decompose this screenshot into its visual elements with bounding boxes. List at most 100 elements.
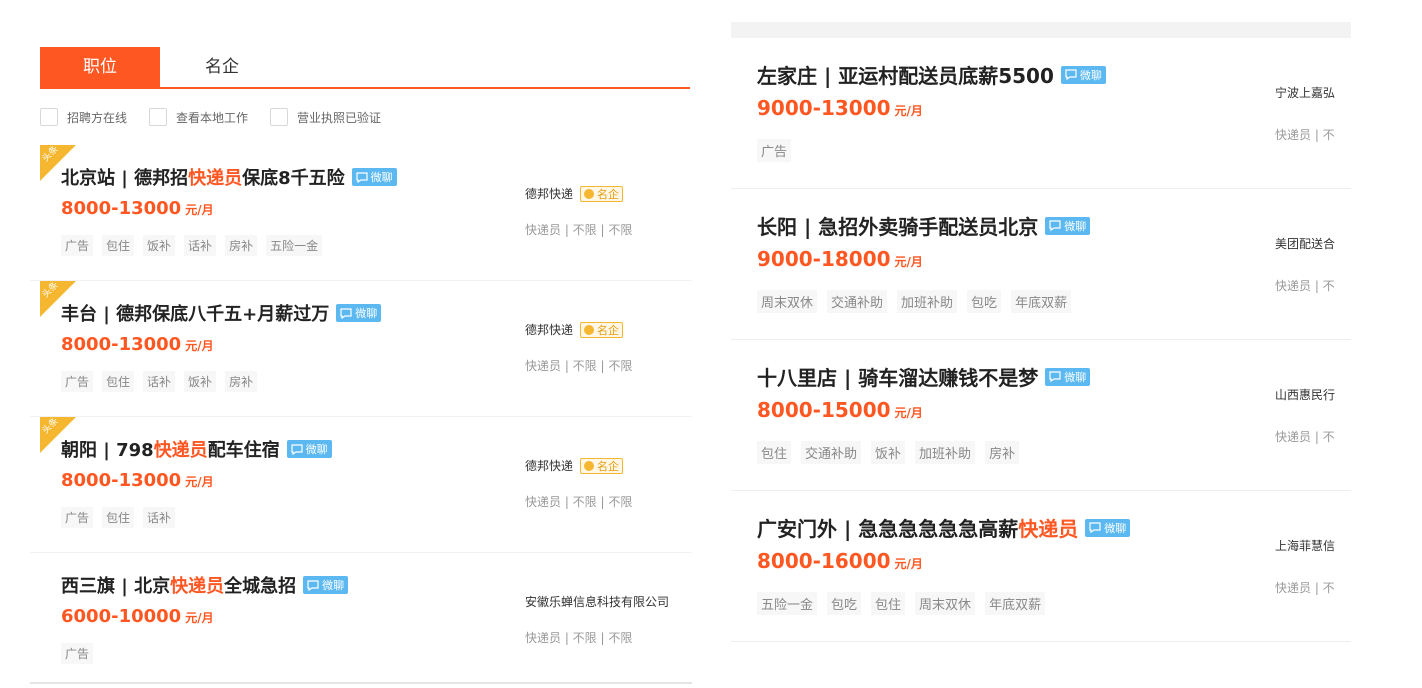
benefit-tag: 五险一金 (266, 235, 323, 256)
benefit-tag: 包住 (757, 441, 792, 464)
filter-checkbox[interactable] (149, 108, 168, 126)
job-title-text: 长阳 | 急招外卖骑手配送员北京 (757, 215, 1039, 239)
chat-label: 微聊 (355, 307, 378, 320)
job-list-item[interactable]: 十八里店 | 骑车溜达赚钱不是梦 微聊 8000-15000 元/月包住 交通补助 饭补加… (731, 340, 1351, 491)
tab-bar: 职位 名企 (40, 47, 690, 89)
salary: 8000-13000 元/月 (61, 470, 214, 491)
medal-icon (584, 324, 595, 335)
chat-button[interactable]: 微聊 (336, 304, 382, 322)
company-name[interactable]: 山西惠民行 (1275, 386, 1335, 403)
job-title-highlight: 快递员 (170, 576, 225, 597)
benefit-tag: 广告 (61, 507, 94, 528)
job-list-item[interactable]: 头条 丰台 | 德邦保底八千五+月薪过万 微聊 8000-13000 元/月 广告 包住 话补… (30, 280, 692, 417)
company-name[interactable]: 美团配送合 (1275, 235, 1335, 252)
panel-header-strip (731, 22, 1351, 38)
chat-bubble-icon (291, 443, 303, 455)
benefit-tag: 话补 (143, 371, 176, 392)
chat-button[interactable]: 微聊 (1085, 518, 1131, 537)
salary: 8000-16000 元/月 (757, 549, 923, 573)
job-title-text: 广安门外 | 急急急急急急高薪 (757, 517, 1019, 541)
chat-button[interactable]: 微聊 (1045, 216, 1091, 235)
job-list-right: 左家庄 | 亚运村配送员底薪5500 微聊 9000-13000 元/月 广告 宁波上嘉弘… (731, 38, 1351, 642)
tab-famous-companies[interactable]: 名企 (162, 47, 282, 87)
benefit-tags: 广告 (61, 643, 102, 664)
job-list-item[interactable]: 左家庄 | 亚运村配送员底薪5500 微聊 9000-13000 元/月 广告 宁波上嘉弘… (731, 38, 1351, 189)
job-title-link[interactable]: 十八里店 | 骑车溜达赚钱不是梦 微聊 (757, 362, 1091, 391)
chat-label: 微聊 (322, 579, 345, 592)
salary: 6000-10000 元/月 (61, 606, 214, 627)
salary-unit: 元/月 (894, 104, 923, 118)
job-title-text: 十八里店 | 骑车溜达赚钱不是梦 (757, 366, 1039, 390)
filter-local-jobs[interactable]: 查看本地工作 (149, 108, 248, 126)
company-name[interactable]: 宁波上嘉弘 (1275, 84, 1335, 101)
chat-label: 微聊 (305, 443, 328, 456)
chat-button[interactable]: 微聊 (1045, 367, 1091, 386)
company-name[interactable]: 德邦快递 名企 (525, 185, 624, 202)
job-list-item[interactable]: 长阳 | 急招外卖骑手配送员北京 微聊 9000-18000 元/月 周末双休 交通补助加… (731, 189, 1351, 340)
job-title-link[interactable]: 左家庄 | 亚运村配送员底薪5500 微聊 (757, 60, 1106, 89)
salary-unit: 元/月 (894, 255, 923, 269)
filter-checkbox[interactable] (40, 108, 58, 126)
job-list-item[interactable]: 西三旗 | 北京 快递员 全城急招 微聊 6000-10000 元/月 广告 安徽乐蝉信息科技… (30, 553, 692, 688)
benefit-tag: 饭补 (143, 235, 176, 256)
benefit-tag: 房补 (985, 441, 1020, 464)
job-title-link[interactable]: 长阳 | 急招外卖骑手配送员北京 微聊 (757, 211, 1091, 240)
chat-bubble-icon (1089, 522, 1101, 533)
company-name[interactable]: 安徽乐蝉信息科技有限公司 (525, 593, 669, 610)
benefit-tag: 饭补 (184, 371, 217, 392)
job-list-item[interactable]: 头条 北京站 | 德邦招 快递员 保底8千五险 微聊 8000-13000 元/月 广告 包住饭… (30, 144, 692, 281)
benefit-tag: 话补 (143, 507, 176, 528)
chat-button[interactable]: 微聊 (303, 576, 349, 594)
job-title-link[interactable]: 西三旗 | 北京 快递员 全城急招 微聊 (61, 572, 349, 598)
chat-button[interactable]: 微聊 (351, 168, 397, 186)
job-list-item[interactable]: 广安门外 | 急急急急急急高薪 快递员 微聊 8000-16000 元/月五险一金 包吃包… (731, 491, 1351, 642)
job-title-text: 丰台 | 德邦保底八千五+月薪过万 (61, 304, 330, 325)
job-title-link[interactable]: 丰台 | 德邦保底八千五+月薪过万 微聊 (61, 300, 382, 326)
filter-label: 营业执照已验证 (297, 110, 382, 125)
job-title-link[interactable]: 广安门外 | 急急急急急急高薪 快递员 微聊 (757, 513, 1131, 542)
benefit-tag: 广告 (61, 371, 94, 392)
chat-button[interactable]: 微聊 (1060, 65, 1106, 84)
company-name[interactable]: 德邦快递 名企 (525, 457, 624, 474)
benefit-tag: 交通补助 (801, 441, 862, 464)
filter-checkbox[interactable] (270, 108, 289, 126)
benefit-tag: 包住 (102, 371, 135, 392)
chat-button[interactable]: 微聊 (286, 440, 332, 458)
salary-unit: 元/月 (894, 406, 923, 420)
benefit-tag: 广告 (61, 235, 94, 256)
filter-license-verified[interactable]: 营业执照已验证 (270, 108, 381, 126)
chat-bubble-icon (307, 579, 319, 591)
medal-icon (584, 460, 595, 471)
chat-bubble-icon (1065, 69, 1077, 80)
benefit-tag: 周末双休 (915, 592, 976, 615)
job-title-highlight: 快递员 (153, 440, 208, 461)
company-name[interactable]: 德邦快递 名企 (525, 321, 624, 338)
salary: 9000-18000 元/月 (757, 247, 923, 271)
famous-company-badge: 名企 (580, 185, 624, 202)
salary-range: 8000-16000 (757, 549, 891, 573)
job-title-text: 保底8千五险 (242, 168, 345, 189)
job-title-highlight: 快递员 (1018, 517, 1079, 541)
famous-company-label: 名企 (597, 187, 620, 201)
job-title-link[interactable]: 朝阳 | 798 快递员 配车住宿 微聊 (61, 436, 332, 462)
benefit-tags: 包住 交通补助 饭补 加班补助 房补 (757, 441, 1029, 464)
benefit-tag: 房补 (225, 235, 258, 256)
job-requirements: 快递员 | 不限 | 不限 (525, 359, 633, 373)
job-requirements: 快递员 | 不 (1275, 581, 1335, 595)
company-name-text: 德邦快递 (525, 187, 574, 201)
benefit-tag: 房补 (225, 371, 258, 392)
salary-unit: 元/月 (894, 557, 923, 571)
famous-company-label: 名企 (597, 323, 620, 337)
chat-label: 微聊 (370, 171, 393, 184)
benefit-tag: 加班补助 (897, 290, 958, 313)
job-title-link[interactable]: 北京站 | 德邦招 快递员 保底8千五险 微聊 (61, 164, 397, 190)
job-list-item[interactable]: 头条 朝阳 | 798 快递员 配车住宿 微聊 8000-13000 元/月 广告 包住 话补 德邦… (30, 416, 692, 553)
company-name[interactable]: 上海菲慧信 (1275, 537, 1335, 554)
benefit-tags: 五险一金 包吃 包住 周末双休 年底双薪 (757, 592, 1055, 615)
salary-range: 8000-15000 (757, 398, 891, 422)
tab-positions[interactable]: 职位 (40, 47, 160, 87)
salary: 8000-15000 元/月 (757, 398, 923, 422)
filter-recruiter-online[interactable]: 招聘方在线 (40, 108, 127, 126)
filter-label: 招聘方在线 (67, 110, 128, 125)
job-requirements: 快递员 | 不限 | 不限 (525, 631, 633, 645)
